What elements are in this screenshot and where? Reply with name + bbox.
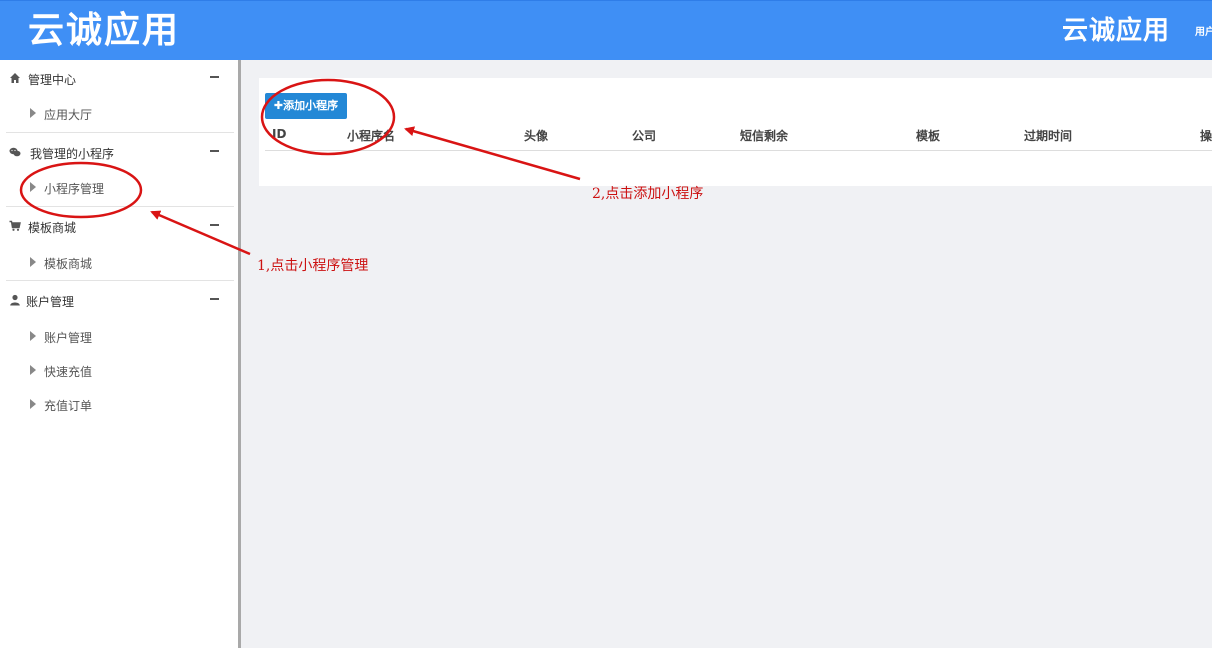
arrow-step2 (404, 126, 581, 181)
highlight-circle-miniprogram-management (19, 161, 143, 219)
annotation-step2: 2,点击添加小程序 (592, 186, 704, 202)
annotation-step1: 1,点击小程序管理 (257, 258, 369, 274)
arrow-step1 (150, 210, 251, 256)
highlight-circle-add-button (260, 78, 396, 156)
annotation-overlay (19, 78, 581, 256)
